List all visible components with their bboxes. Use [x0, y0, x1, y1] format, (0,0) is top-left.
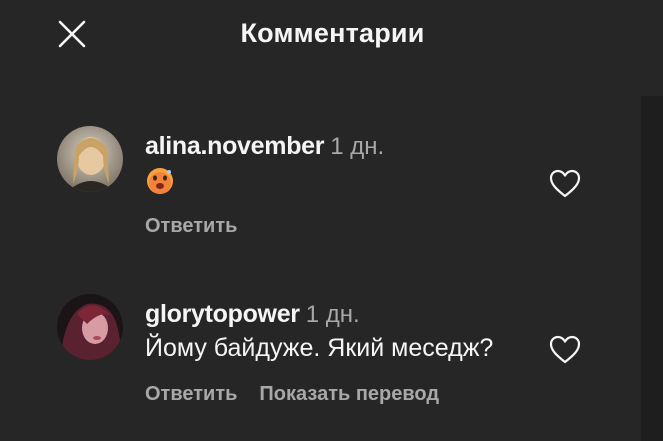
comment-text: Йому байдуже. Який меседж?	[145, 334, 494, 362]
heart-outline-icon[interactable]	[548, 168, 582, 200]
avatar[interactable]	[57, 126, 123, 192]
comment-username[interactable]: glorytopower	[145, 300, 300, 328]
show-translation-button[interactable]: Показать перевод	[259, 383, 439, 405]
avatar[interactable]	[57, 294, 123, 360]
comment-item: alina.november 1 дн. Ответить	[57, 126, 597, 266]
comment-time: 1 дн.	[305, 301, 360, 328]
heart-outline-icon[interactable]	[548, 334, 582, 366]
hot-face-emoji	[147, 168, 173, 195]
comment-text	[145, 163, 597, 197]
comment-item: glorytopower 1 дн. Йому байдуже. Який мес…	[57, 294, 597, 434]
reply-button[interactable]: Ответить	[145, 383, 237, 405]
scrollbar[interactable]	[641, 96, 663, 441]
comment-username[interactable]: alina.november	[145, 132, 325, 160]
reply-button[interactable]: Ответить	[145, 215, 237, 237]
comment-time: 1 дн.	[330, 133, 385, 160]
page-title: Комментарии	[240, 18, 425, 48]
